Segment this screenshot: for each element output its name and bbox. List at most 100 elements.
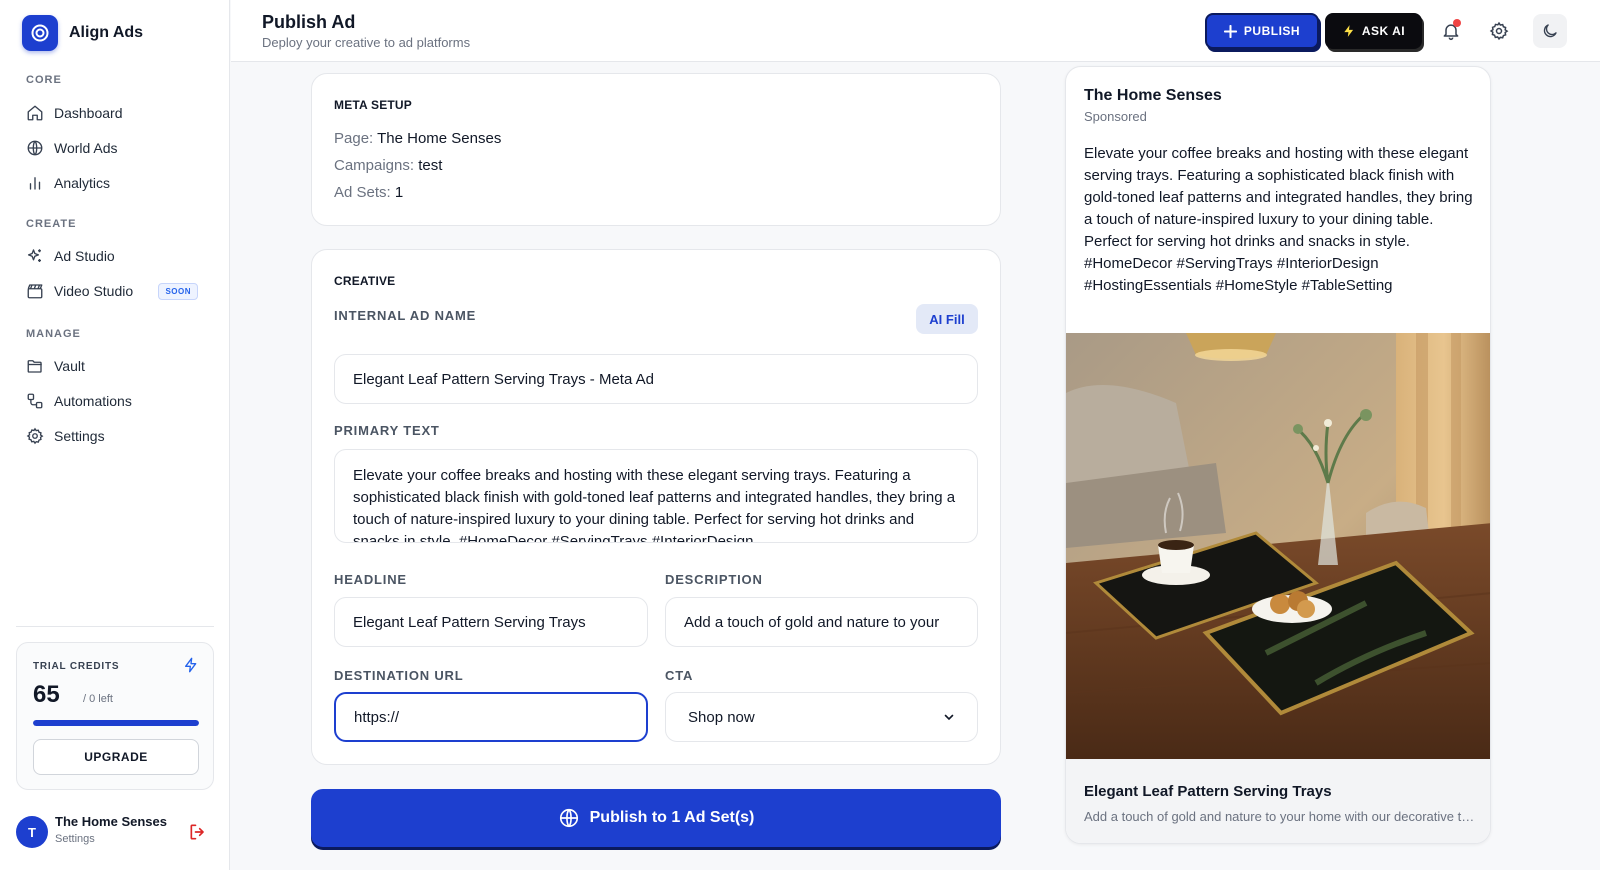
cta-select[interactable]: Shop now (665, 692, 978, 742)
sidebar-item-label: Settings (54, 428, 105, 444)
sidebar-item-label: Analytics (54, 175, 111, 191)
workflow-icon (27, 393, 43, 409)
sidebar-item-label: Vault (54, 358, 85, 374)
ad-name-input[interactable]: Elegant Leaf Pattern Serving Trays - Met… (334, 354, 978, 404)
description-input[interactable]: Add a touch of gold and nature to your (665, 597, 978, 647)
sidebar-item-label: Ad Studio (54, 248, 115, 264)
avatar: T (16, 816, 48, 848)
bolt-icon (1344, 25, 1353, 37)
moon-icon (1543, 24, 1557, 38)
bar-chart-icon (29, 177, 41, 190)
folder-icon (27, 360, 42, 373)
publish-to-adsets-label: Publish to 1 Ad Set(s) (589, 809, 755, 826)
preview-page-name: The Home Senses (1084, 87, 1222, 104)
meta-adsets-label: Ad Sets: (334, 184, 391, 201)
creative-card: CREATIVE INTERNAL AD NAME AI Fill Elegan… (311, 249, 1001, 765)
globe-icon (27, 140, 43, 156)
meta-campaigns-label: Campaigns: (334, 157, 415, 174)
user-name: The Home Senses (55, 814, 167, 829)
preview-headline: Elegant Leaf Pattern Serving Trays (1084, 783, 1332, 800)
gear-icon (1489, 21, 1509, 41)
preview-primary-text: Elevate your coffee breaks and hosting w… (1084, 145, 1473, 294)
headline-label: HEADLINE (334, 572, 407, 587)
primary-text-label: PRIMARY TEXT (334, 423, 440, 438)
credits-progress-bar (33, 720, 199, 726)
sidebar: Align Ads CORE Dashboard World Ads Analy… (0, 0, 230, 870)
credits-card: TRIAL CREDITS 65 / 0 left UPGRADE (16, 642, 214, 790)
page-subtitle: Deploy your creative to ad platforms (262, 35, 471, 50)
meta-page-value: The Home Senses (377, 130, 502, 147)
primary-text-textarea[interactable]: Elevate your coffee breaks and hosting w… (334, 449, 978, 543)
sidebar-item-label: World Ads (54, 140, 118, 156)
meta-page-label: Page: (334, 130, 374, 147)
clapperboard-icon (27, 284, 43, 299)
sidebar-item-vault[interactable]: Vault (16, 350, 212, 382)
ad-preview-card: The Home Senses Sponsored Elevate your c… (1065, 66, 1491, 844)
brand[interactable]: Align Ads (22, 15, 143, 51)
sidebar-item-label: Automations (54, 393, 132, 409)
credits-value: 65 (33, 681, 60, 708)
settings-button[interactable] (1482, 14, 1516, 48)
user-profile[interactable]: T The Home Senses Settings (16, 812, 214, 852)
gear-icon (26, 427, 44, 445)
meta-campaigns-value: test (418, 157, 443, 174)
sidebar-item-label: Video Studio (54, 283, 134, 299)
brand-logo-icon (22, 15, 58, 51)
soon-badge: SOON (158, 282, 198, 300)
bolt-icon (185, 657, 197, 673)
sidebar-item-world-ads[interactable]: World Ads (16, 132, 212, 164)
publish-button[interactable]: PUBLISH (1205, 13, 1319, 49)
meta-adsets-line: Ad Sets: 1 (334, 184, 403, 201)
cta-select-value: Shop now (688, 708, 755, 726)
page-title: Publish Ad (262, 12, 356, 32)
section-label-manage: MANAGE (26, 328, 81, 340)
creative-title: CREATIVE (334, 274, 396, 288)
meta-campaigns-line: Campaigns: test (334, 157, 442, 174)
sidebar-item-label: Dashboard (54, 105, 123, 121)
ask-ai-label: ASK AI (1361, 24, 1406, 38)
credits-suffix: / 0 left (83, 693, 113, 705)
preview-ad-image (1066, 333, 1490, 759)
globe-icon (559, 808, 578, 828)
publish-to-adsets-button[interactable]: Publish to 1 Ad Set(s) (311, 789, 1001, 847)
meta-setup-title: META SETUP (334, 98, 413, 112)
section-label-core: CORE (26, 74, 62, 86)
sidebar-item-dashboard[interactable]: Dashboard (16, 97, 212, 129)
sidebar-item-settings[interactable]: Settings (16, 420, 212, 452)
upgrade-button[interactable]: UPGRADE (33, 739, 199, 775)
sidebar-item-analytics[interactable]: Analytics (16, 167, 212, 199)
chevron-down-icon (944, 714, 954, 721)
preview-sponsored: Sponsored (1084, 109, 1147, 124)
sidebar-divider (16, 626, 214, 627)
section-label-create: CREATE (26, 218, 77, 230)
user-settings-link[interactable]: Settings (55, 833, 95, 845)
ad-name-label: INTERNAL AD NAME (334, 308, 477, 323)
preview-description: Add a touch of gold and nature to your h… (1084, 809, 1476, 824)
preview-footer: Elegant Leaf Pattern Serving Trays Add a… (1066, 759, 1490, 843)
notifications-button[interactable] (1434, 14, 1468, 48)
theme-toggle-button[interactable] (1533, 14, 1567, 48)
plus-icon (1223, 24, 1237, 38)
ai-fill-button[interactable]: AI Fill (916, 304, 978, 334)
sidebar-item-automations[interactable]: Automations (16, 385, 212, 417)
description-label: DESCRIPTION (665, 572, 763, 587)
sparkles-icon (27, 249, 41, 262)
notification-dot (1453, 19, 1461, 27)
meta-adsets-value: 1 (394, 184, 404, 201)
meta-page-line: Page: The Home Senses (334, 130, 501, 147)
ask-ai-button[interactable]: ASK AI (1325, 13, 1422, 49)
meta-setup-card: META SETUP Page: The Home Senses Campaig… (311, 73, 1001, 226)
sidebar-item-ad-studio[interactable]: Ad Studio (16, 240, 212, 272)
logout-icon[interactable] (188, 822, 208, 842)
credits-progress-fill (33, 720, 199, 726)
publish-button-label: PUBLISH (1243, 24, 1301, 38)
top-header: Publish Ad Deploy your creative to ad pl… (231, 0, 1600, 62)
credits-label: TRIAL CREDITS (33, 661, 120, 672)
home-icon (27, 105, 43, 121)
sidebar-item-video-studio[interactable]: Video Studio SOON (16, 275, 212, 307)
headline-input[interactable]: Elegant Leaf Pattern Serving Trays (334, 597, 648, 647)
brand-name: Align Ads (69, 24, 144, 41)
destination-url-input[interactable]: https:// (334, 692, 648, 742)
cta-label: CTA (665, 668, 694, 683)
destination-url-label: DESTINATION URL (334, 668, 464, 683)
